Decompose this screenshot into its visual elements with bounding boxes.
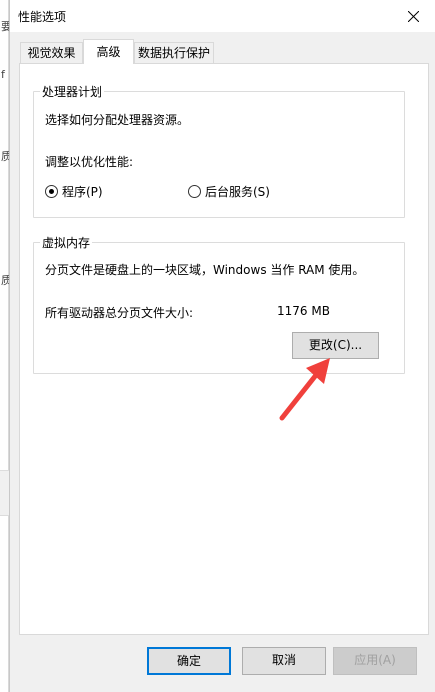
radio-button[interactable] [188, 185, 201, 198]
adjust-label: 调整以优化性能: [45, 155, 134, 169]
tab-strip: 视觉效果 高级 数据执行保护 [17, 39, 429, 64]
group-title: 处理器计划 [40, 83, 105, 100]
performance-options-dialog: 性能选项 视觉效果 高级 数据执行保护 处理器计划 选择如何分配处理器资源。 调… [9, 0, 435, 692]
background-band [0, 470, 9, 516]
total-paging-value: 1176 MB [277, 304, 330, 318]
tab-visual-effects[interactable]: 视觉效果 [20, 42, 83, 63]
advanced-panel: 处理器计划 选择如何分配处理器资源。 调整以优化性能: 程序(P) 后台服务(S… [19, 63, 429, 635]
cancel-button[interactable]: 取消 [242, 647, 326, 675]
radio-label: 程序(P) [62, 185, 103, 199]
tab-advanced[interactable]: 高级 [83, 39, 134, 64]
radio-label: 后台服务(S) [205, 185, 270, 199]
virtual-memory-description: 分页文件是硬盘上的一块区域，Windows 当作 RAM 使用。 [45, 263, 365, 277]
background-window: 要 f 质 质 [0, 0, 12, 692]
group-title: 虚拟内存 [40, 234, 93, 251]
title-bar: 性能选项 [10, 0, 435, 32]
background-text: f [1, 68, 5, 81]
radio-button-checked[interactable] [45, 185, 58, 198]
processor-scheduling-group: 处理器计划 选择如何分配处理器资源。 调整以优化性能: 程序(P) 后台服务(S… [33, 83, 405, 218]
ok-button[interactable]: 确定 [147, 647, 231, 675]
processor-description: 选择如何分配处理器资源。 [45, 113, 190, 127]
change-button[interactable]: 更改(C)... [292, 332, 379, 359]
window-title: 性能选项 [18, 10, 67, 24]
apply-button[interactable]: 应用(A) [333, 647, 417, 675]
radio-programs[interactable]: 程序(P) [45, 183, 103, 200]
close-icon [407, 10, 419, 22]
close-button[interactable] [390, 0, 435, 32]
total-paging-label: 所有驱动器总分页文件大小: [45, 306, 194, 320]
radio-background-services[interactable]: 后台服务(S) [188, 183, 270, 200]
tab-data-execution-prevention[interactable]: 数据执行保护 [134, 42, 214, 63]
